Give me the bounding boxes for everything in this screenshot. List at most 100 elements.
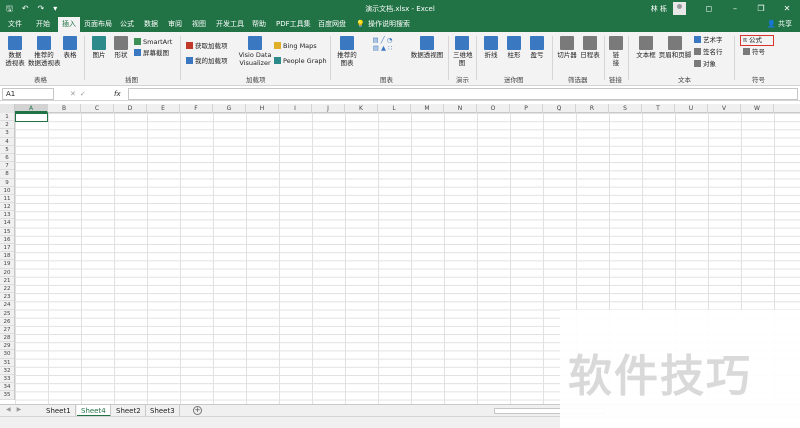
scatter-chart-icon[interactable]: ∷ [388,44,392,52]
screenshot-button[interactable]: 屏幕截图 [134,49,169,57]
share-button[interactable]: 👤 共享 [767,17,792,32]
area-chart-icon[interactable]: ▲ [381,44,386,52]
row-header[interactable]: 20 [0,269,14,277]
ribbon-display-options-icon[interactable]: ◻ [696,4,722,13]
bar-chart-icon[interactable]: ▤ [373,44,379,52]
column-header[interactable]: S [609,104,642,113]
prev-sheet-icon[interactable]: ◀ [6,406,17,413]
row-header[interactable]: 32 [0,367,14,375]
pie-chart-icon[interactable]: ◔ [387,36,393,44]
column-header[interactable]: D [114,104,147,113]
row-header[interactable]: 30 [0,350,14,359]
tab-home[interactable]: 开始 [36,17,50,32]
next-sheet-icon[interactable]: ▶ [17,406,28,413]
tab-insert[interactable]: 插入 [58,17,80,32]
tell-me-search[interactable]: 操作说明搜索 [368,17,410,32]
signature-line-button[interactable]: 签名行 [694,48,723,56]
table-button[interactable]: 表格 [62,36,78,59]
column-header[interactable]: H [246,104,279,113]
column-header[interactable]: T [642,104,675,113]
row-header[interactable]: 19 [0,260,14,269]
select-all-corner[interactable] [0,104,15,113]
row-header[interactable]: 29 [0,342,14,351]
link-button[interactable]: 链 接 [609,36,623,67]
shapes-button[interactable]: 形状 [112,36,130,59]
column-header[interactable]: R [576,104,609,113]
minimize-icon[interactable]: – [722,4,748,13]
row-header[interactable]: 12 [0,203,14,212]
row-header[interactable]: 21 [0,277,14,285]
row-header[interactable]: 4 [0,138,14,146]
recommended-pivot-button[interactable]: 推荐的 数据透视表 [28,36,61,67]
row-header[interactable]: 31 [0,359,14,367]
3d-map-button[interactable]: 三维地 图 [453,36,473,67]
user-name[interactable]: 林 栎 [651,4,667,14]
row-header[interactable]: 25 [0,310,14,318]
row-header[interactable]: 1 [0,113,14,122]
textbox-button[interactable]: 文本框 [634,36,658,59]
column-chart-icon[interactable]: ▤ [373,36,379,44]
smartart-button[interactable]: SmartArt [134,38,172,46]
column-header[interactable]: J [312,104,345,113]
row-header[interactable]: 34 [0,383,14,392]
column-header[interactable]: B [48,104,81,113]
visio-visualizer-button[interactable]: Visio Data Visualizer [238,36,272,67]
column-header[interactable]: C [81,104,114,113]
column-header[interactable]: N [444,104,477,113]
wordart-button[interactable]: 艺术字 [694,36,723,44]
my-addins-button[interactable]: 我的加载项 [186,57,228,65]
tab-formulas[interactable]: 公式 [120,17,134,32]
column-header[interactable]: W [741,104,774,113]
formula-input[interactable] [128,88,798,100]
sparkline-winloss-button[interactable]: 盈亏 [528,36,546,59]
tab-baidu-netdisk[interactable]: 百度网盘 [318,17,346,32]
sparkline-column-button[interactable]: 柱形 [505,36,523,59]
column-header[interactable]: G [213,104,246,113]
recommended-charts-button[interactable]: 推荐的 图表 [336,36,358,67]
tab-developer[interactable]: 开发工具 [216,17,244,32]
add-sheet-button[interactable]: + [193,406,202,415]
row-header[interactable]: 10 [0,187,14,195]
insert-function-button[interactable]: fx [114,89,121,99]
column-header[interactable]: M [411,104,444,113]
column-header[interactable]: U [675,104,708,113]
line-chart-icon[interactable]: ╱ [381,36,385,44]
row-header[interactable]: 22 [0,285,14,294]
row-header[interactable]: 15 [0,228,14,236]
row-header[interactable]: 28 [0,334,14,343]
column-header[interactable]: K [345,104,378,113]
object-button[interactable]: 对象 [694,60,716,68]
pictures-button[interactable]: 图片 [90,36,108,59]
row-header[interactable]: 8 [0,170,14,179]
timeline-button[interactable]: 日程表 [579,36,601,59]
restore-icon[interactable]: ❐ [748,4,774,13]
row-header[interactable]: 14 [0,219,14,228]
column-header[interactable]: E [147,104,180,113]
column-header[interactable]: P [510,104,543,113]
row-header[interactable]: 27 [0,326,14,335]
sparkline-line-button[interactable]: 折线 [482,36,500,59]
column-header[interactable]: V [708,104,741,113]
row-header[interactable]: 6 [0,154,14,163]
column-header[interactable]: A [15,104,48,113]
tab-page-layout[interactable]: 页面布局 [84,17,112,32]
name-box[interactable]: A1 [2,88,54,100]
tab-pdf-tools[interactable]: PDF工具集 [276,17,311,32]
row-header[interactable]: 24 [0,301,14,310]
row-header[interactable]: 35 [0,391,14,400]
cancel-icon[interactable]: ✕ [70,90,80,98]
row-header[interactable]: 16 [0,236,14,244]
tab-file[interactable]: 文件 [8,17,22,32]
row-header[interactable]: 13 [0,211,14,220]
tab-view[interactable]: 视图 [192,17,206,32]
row-header[interactable]: 11 [0,195,14,204]
column-header[interactable]: F [180,104,213,113]
chart-types-gallery[interactable]: ▤ ╱ ◔ ▤ ▲ ∷ [360,36,405,52]
header-footer-button[interactable]: 页眉和页脚 [658,36,692,59]
bing-maps-button[interactable]: Bing Maps [274,42,317,50]
column-header[interactable]: I [279,104,312,113]
close-icon[interactable]: ✕ [774,4,800,13]
row-header[interactable]: 33 [0,375,14,384]
avatar[interactable] [673,2,686,15]
column-header[interactable]: O [477,104,510,113]
